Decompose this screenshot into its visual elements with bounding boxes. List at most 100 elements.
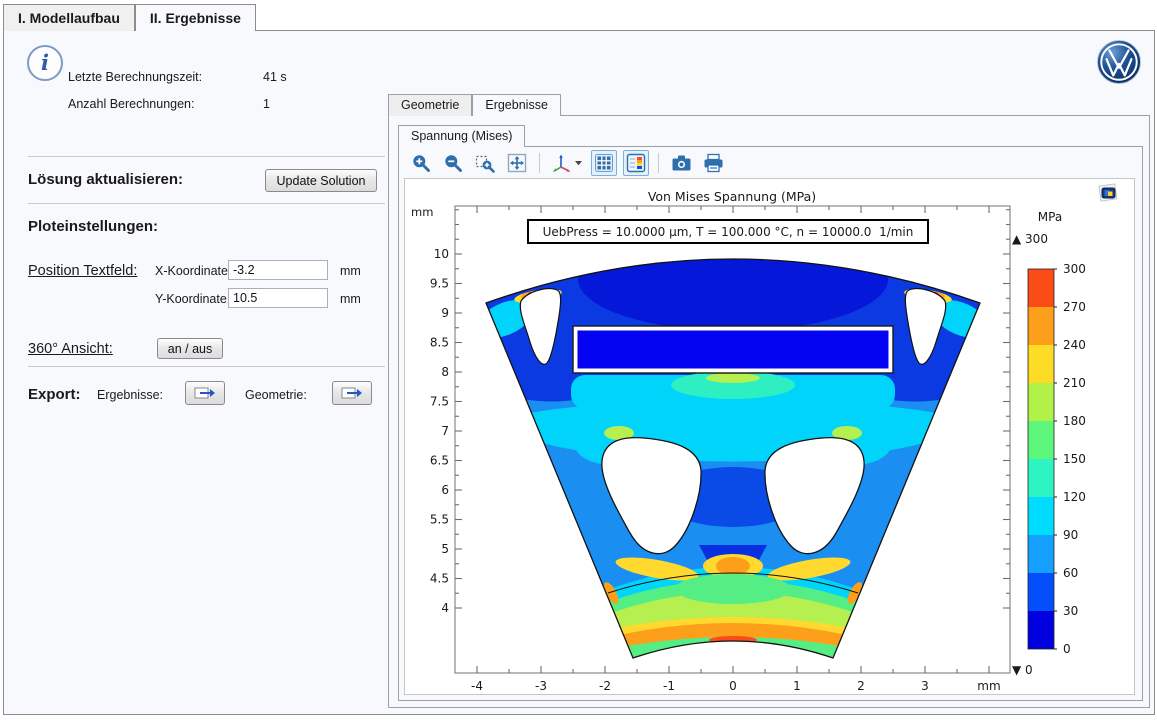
svg-text:210: 210 — [1063, 376, 1086, 390]
vw-logo-icon — [1096, 39, 1142, 85]
svg-text:0: 0 — [1063, 642, 1071, 656]
update-solution-heading: Lösung aktualisieren: — [28, 171, 183, 188]
tab-spannung-mises[interactable]: Spannung (Mises) — [398, 125, 525, 147]
color-legend-toggle-button[interactable] — [623, 150, 649, 176]
svg-text:6.5: 6.5 — [430, 454, 449, 468]
y-unit-label: mm — [340, 292, 361, 306]
export-results-button[interactable] — [185, 381, 225, 405]
print-button[interactable] — [700, 150, 726, 176]
svg-text:-3: -3 — [535, 679, 547, 693]
svg-text:0: 0 — [729, 679, 737, 693]
graphics-tab-strip: Geometrie Ergebnisse — [388, 94, 561, 116]
svg-text:120: 120 — [1063, 490, 1086, 504]
svg-text:1: 1 — [793, 679, 801, 693]
zoom-extents-button[interactable] — [504, 150, 530, 176]
grid-icon — [594, 153, 614, 173]
application-window: I. Modellaufbau II. Ergebnisse i Letzte … — [0, 0, 1157, 720]
last-computation-label: Letzte Berechnungszeit: — [68, 70, 202, 84]
plot-settings-heading: Ploteinstellungen: — [28, 218, 158, 235]
svg-text:-4: -4 — [471, 679, 483, 693]
svg-text:90: 90 — [1063, 528, 1078, 542]
colorbar: 0 30 60 90 120 150 180 210 240 270 300 MPa ▲ 300 ▼ 0 — [1012, 210, 1086, 677]
zoom-in-icon — [411, 153, 431, 173]
divider — [28, 366, 385, 367]
axis-orientation-icon — [551, 153, 583, 173]
export-icon — [193, 385, 217, 401]
annotation-box: UebPress = 10.0000 µm, T = 100.000 °C, n… — [528, 220, 928, 243]
y-axis-unit: mm — [411, 205, 433, 219]
svg-text:270: 270 — [1063, 300, 1086, 314]
x-coordinate-label: X-Koordinate: — [155, 264, 231, 278]
svg-text:9: 9 — [441, 306, 449, 320]
divider — [28, 203, 385, 204]
color-legend-icon — [626, 153, 646, 173]
divider — [28, 156, 385, 157]
x-unit-label: mm — [340, 264, 361, 278]
svg-text:MPa: MPa — [1038, 210, 1062, 224]
snapshot-button[interactable] — [668, 150, 694, 176]
svg-text:-2: -2 — [599, 679, 611, 693]
printer-icon — [703, 153, 724, 173]
svg-text:4.5: 4.5 — [430, 572, 449, 586]
export-results-label: Ergebnisse: — [97, 388, 163, 402]
svg-text:240: 240 — [1063, 338, 1086, 352]
computation-count-label: Anzahl Berechnungen: — [68, 97, 194, 111]
main-tab-strip: I. Modellaufbau II. Ergebnisse — [3, 4, 256, 31]
plot-title: Von Mises Spannung (MPa) — [648, 189, 816, 204]
svg-text:5: 5 — [441, 542, 449, 556]
svg-text:8: 8 — [441, 365, 449, 379]
view-360-heading: 360° Ansicht: — [28, 341, 113, 357]
svg-text:7: 7 — [441, 424, 449, 438]
export-geometry-button[interactable] — [332, 381, 372, 405]
svg-text:30: 30 — [1063, 604, 1078, 618]
zoom-in-button[interactable] — [408, 150, 434, 176]
grid-toggle-button[interactable] — [591, 150, 617, 176]
export-icon — [340, 385, 364, 401]
textfield-position-heading: Position Textfeld: — [28, 263, 137, 279]
svg-text:7.5: 7.5 — [430, 395, 449, 409]
svg-text:180: 180 — [1063, 414, 1086, 428]
svg-text:150: 150 — [1063, 452, 1086, 466]
svg-text:▼ 0: ▼ 0 — [1012, 663, 1033, 677]
svg-text:2: 2 — [857, 679, 865, 693]
svg-text:▲ 300: ▲ 300 — [1012, 232, 1048, 246]
svg-text:10: 10 — [434, 247, 449, 261]
update-solution-button[interactable]: Update Solution — [265, 169, 377, 192]
svg-text:3: 3 — [921, 679, 929, 693]
svg-text:6: 6 — [441, 483, 449, 497]
zoom-extents-icon — [507, 153, 527, 173]
view-orientation-button[interactable] — [549, 150, 585, 176]
annotation-text: UebPress = 10.0000 µm, T = 100.000 °C, n… — [543, 225, 914, 239]
toolbar-separator — [539, 153, 540, 173]
zoom-out-icon — [443, 153, 463, 173]
tab-geometrie[interactable]: Geometrie — [388, 94, 472, 116]
zoom-out-button[interactable] — [440, 150, 466, 176]
computation-count-value: 1 — [263, 97, 270, 111]
y-coordinate-label: Y-Koordinate: — [155, 292, 230, 306]
svg-text:5.5: 5.5 — [430, 513, 449, 527]
plot-window-icon[interactable] — [1097, 183, 1119, 203]
tab-modellaufbau[interactable]: I. Modellaufbau — [3, 4, 135, 31]
camera-icon — [671, 154, 692, 172]
svg-text:4: 4 — [441, 601, 449, 615]
toolbar-separator — [658, 153, 659, 173]
svg-text:-1: -1 — [663, 679, 675, 693]
view-360-toggle-button[interactable]: an / aus — [157, 338, 223, 359]
svg-text:60: 60 — [1063, 566, 1078, 580]
export-heading: Export: — [28, 386, 81, 403]
info-icon: i — [27, 45, 63, 81]
x-coordinate-input[interactable] — [228, 260, 328, 280]
tab-ergebnisse-graphics[interactable]: Ergebnisse — [472, 94, 561, 116]
graphics-toolbar — [408, 150, 726, 176]
zoom-box-icon — [475, 153, 495, 173]
stress-contour — [465, 209, 1005, 671]
plot-canvas[interactable]: Von Mises Spannung (MPa) mm UebPress = 1… — [404, 178, 1135, 695]
svg-text:mm: mm — [977, 679, 1000, 693]
export-geometry-label: Geometrie: — [245, 388, 307, 402]
svg-text:9.5: 9.5 — [430, 277, 449, 291]
zoom-box-button[interactable] — [472, 150, 498, 176]
svg-text:300: 300 — [1063, 262, 1086, 276]
tab-ergebnisse[interactable]: II. Ergebnisse — [135, 4, 256, 31]
y-coordinate-input[interactable] — [228, 288, 328, 308]
von-mises-plot: Von Mises Spannung (MPa) mm UebPress = 1… — [405, 179, 1134, 694]
